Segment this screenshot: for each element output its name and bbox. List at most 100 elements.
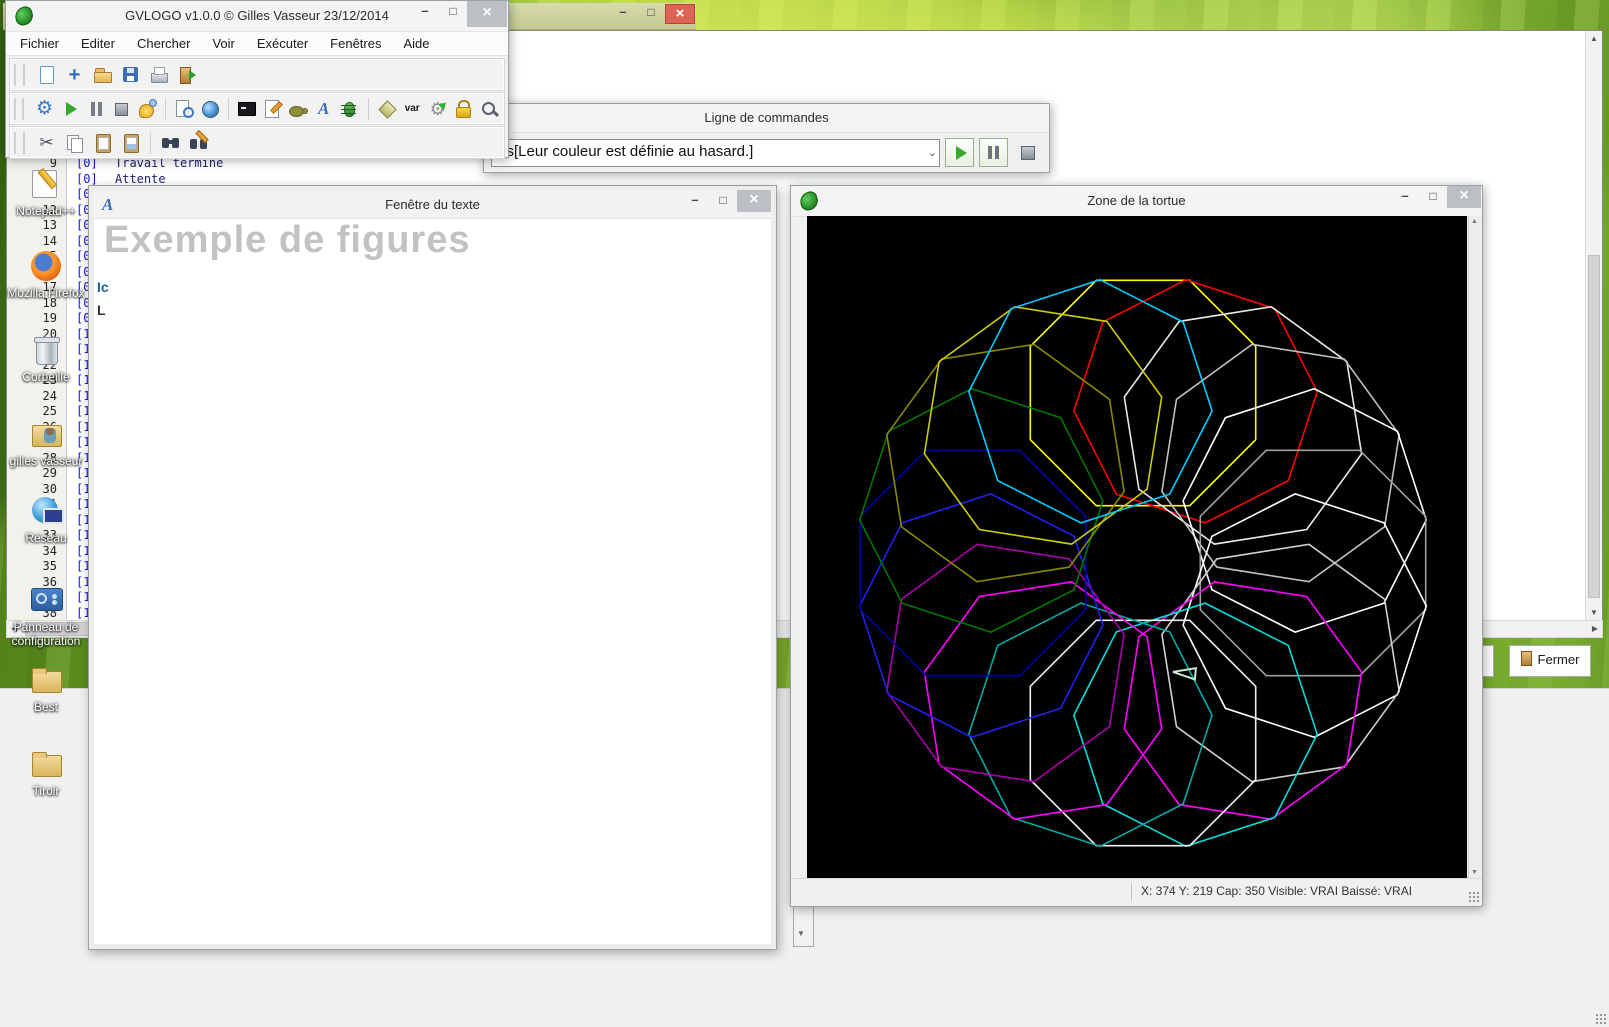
toolbar-grip[interactable] [14,64,25,86]
desktop-icon-gilles-vasseur[interactable]: gilles vasseur [0,418,92,468]
command-window-titlebar[interactable]: Ligne de commandes [484,104,1049,133]
scrollbar-thumb[interactable] [1588,255,1600,599]
toolbar-grip[interactable] [14,132,25,154]
minimize-button[interactable] [681,190,709,212]
chevron-down-icon[interactable]: ⌄ [928,146,937,159]
close-button[interactable] [467,1,507,27]
lock-icon [452,98,474,120]
desktop-icon-corbeille[interactable]: Corbeille [0,334,92,384]
desktop-icon-label: Best [0,700,92,714]
inspect-button[interactable] [478,96,501,121]
copy-button[interactable] [62,130,87,155]
resize-grip[interactable] [1595,1013,1607,1025]
minimize-button[interactable] [411,1,439,23]
open-folder-icon [92,64,114,86]
variables-button[interactable] [401,96,424,121]
menu-editer[interactable]: Editer [81,36,115,51]
desktop-icon-label: gilles vasseur [0,454,92,468]
menu-fenetres[interactable]: Fenêtres [330,36,381,51]
new-file-button[interactable] [34,62,59,87]
menu-chercher[interactable]: Chercher [137,36,190,51]
document-heading: Exemple de figures [104,219,470,262]
turtle-button[interactable] [287,96,310,121]
desktop-icon-notepadpp[interactable]: Notepad++ [0,168,92,218]
close-button[interactable] [665,4,695,24]
desktop-icon-best[interactable]: Best [0,664,92,714]
desktop-icon-tiroir[interactable]: Tiroir [0,748,92,798]
desktop-icon-reseau[interactable]: Réseau [0,495,92,545]
text-window-content[interactable]: Exemple de figures Ic L [94,219,771,944]
vertical-scrollbar[interactable] [1585,31,1602,620]
desktop-icon-panneau-config[interactable]: Panneau de configuration [0,584,92,648]
editor-icon [262,98,284,120]
save-icon [120,64,142,86]
stop-icon [1021,146,1035,160]
desktop-icon-label: Notepad++ [0,204,92,218]
play-icon [956,146,967,160]
turtle-canvas-scrollbar[interactable] [1468,216,1481,878]
maximize-button[interactable] [439,1,467,23]
cut-button[interactable] [34,130,59,155]
command-input[interactable] [492,140,921,164]
menu-executer[interactable]: Exécuter [257,36,308,51]
web-button[interactable] [198,96,221,121]
menu-aide[interactable]: Aide [403,36,429,51]
run-button[interactable] [59,96,82,121]
turtle-cursor [1173,668,1196,679]
paste-special-button[interactable] [118,130,143,155]
quit-button[interactable] [174,62,199,87]
window-ligne-de-commandes: Ligne de commandes ⌄ [483,103,1050,173]
desktop-icon-label: Mozilla Firefox [0,286,92,300]
turtle-icon [287,98,309,120]
menu-voir[interactable]: Voir [212,36,234,51]
web-icon [199,98,221,120]
procedures-button[interactable] [426,96,449,121]
notepadpp-icon [28,168,64,202]
corbeille-icon [28,334,64,368]
minimize-button[interactable] [1391,186,1419,208]
font-button[interactable] [312,96,335,121]
maximize-button[interactable] [637,3,665,23]
primitives-button[interactable] [375,96,398,121]
save-button[interactable] [118,62,143,87]
close-button[interactable] [1447,186,1481,208]
preview-button[interactable] [173,96,196,121]
print-button[interactable] [146,62,171,87]
turtle-window-titlebar[interactable]: Zone de la tortue [791,186,1482,217]
close-button[interactable] [737,190,771,212]
terminal-button[interactable] [236,96,259,121]
main-window-titlebar[interactable]: GVLOGO v1.0.0 © Gilles Vasseur 23/12/201… [6,1,508,32]
primitives-icon [376,98,398,120]
maximize-button[interactable] [1419,186,1447,208]
close-trace-button[interactable]: Fermer [1509,645,1591,677]
stop-button[interactable] [110,96,133,121]
door-icon [1521,651,1532,666]
turtle-canvas[interactable] [807,216,1467,878]
find-button[interactable] [158,130,183,155]
maximize-button[interactable] [709,190,737,212]
stop-command-button[interactable] [1013,138,1042,167]
minimize-button[interactable] [609,3,637,23]
resize-grip[interactable] [1468,891,1480,903]
desktop-icon-firefox[interactable]: Mozilla Firefox [0,250,92,300]
debug-button[interactable] [338,96,361,121]
add-icon [64,64,86,86]
add-button[interactable] [62,62,87,87]
clean-button[interactable] [135,96,158,121]
pause-button[interactable] [84,96,107,121]
run-command-button[interactable] [945,138,974,167]
toolbar-area [6,56,508,161]
pause-command-button[interactable] [979,138,1008,167]
find-replace-button[interactable] [186,130,211,155]
text-window-titlebar[interactable]: A Fenêtre du texte [93,190,772,219]
lock-button[interactable] [452,96,475,121]
editor-button[interactable] [261,96,284,121]
paste-button[interactable] [90,130,115,155]
open-folder-button[interactable] [90,62,115,87]
menu-fichier[interactable]: Fichier [20,36,59,51]
command-combobox[interactable]: ⌄ [491,139,940,167]
debug-icon [338,98,360,120]
settings-gear-button[interactable] [33,96,56,121]
toolbar-grip[interactable] [14,98,24,120]
reseau-icon [28,495,64,529]
